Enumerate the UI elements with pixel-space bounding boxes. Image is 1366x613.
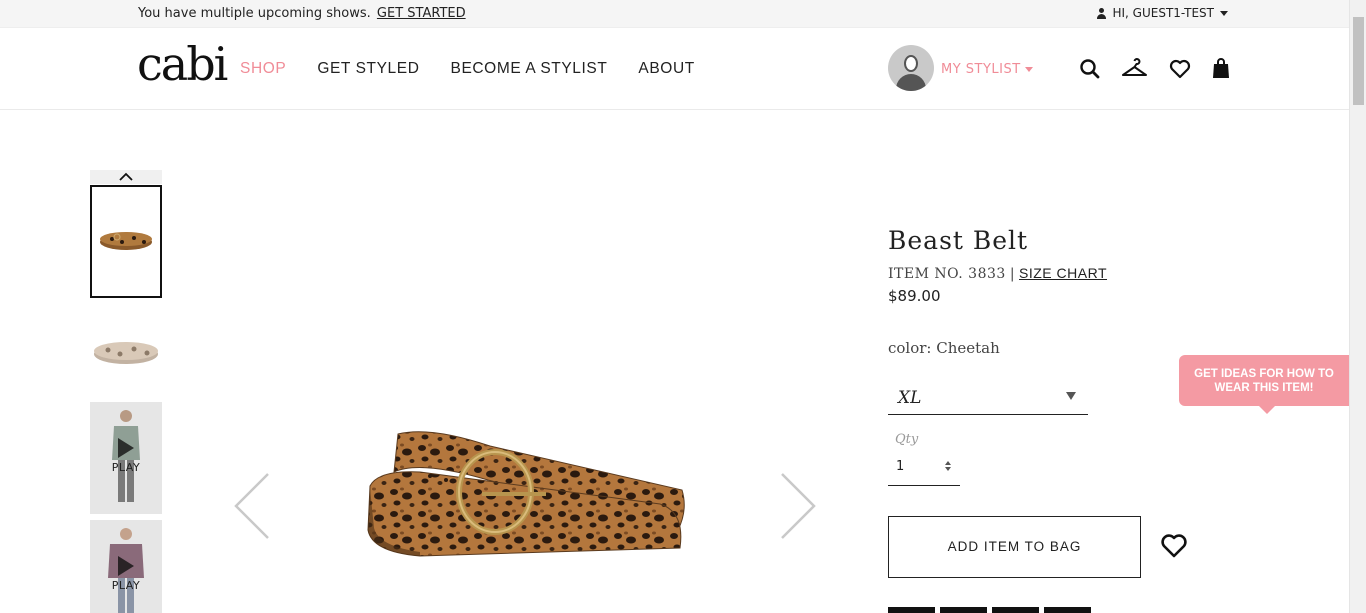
play-label: PLAY xyxy=(111,579,141,592)
size-select[interactable]: XL xyxy=(888,380,1088,415)
thumbnail-video-1[interactable]: PLAY xyxy=(90,402,162,514)
ideas-line-1: GET IDEAS FOR HOW TO xyxy=(1194,368,1334,380)
stepper-arrows-icon[interactable] xyxy=(944,460,952,472)
swatch[interactable] xyxy=(1044,607,1091,613)
account-menu[interactable]: HI, GUEST1-TEST xyxy=(1097,6,1228,20)
nav-about[interactable]: ABOUT xyxy=(638,60,694,78)
product-price: $89.00 xyxy=(888,287,941,305)
model-video-thumbnail xyxy=(112,410,140,502)
model-video-thumbnail xyxy=(108,528,144,613)
nav-get-styled[interactable]: GET STYLED xyxy=(317,60,419,78)
item-number: ITEM NO. 3833 xyxy=(888,266,1006,282)
dropdown-arrow-icon xyxy=(1066,392,1076,400)
chevron-up-icon xyxy=(119,172,133,181)
chevron-down-icon xyxy=(1024,67,1033,72)
add-to-bag-button[interactable]: ADD ITEM TO BAG xyxy=(888,516,1141,578)
qty-value: 1 xyxy=(896,459,905,474)
scrollbar-thumb[interactable] xyxy=(1353,17,1364,105)
belt-thumbnail-image xyxy=(100,232,152,250)
size-chart-link[interactable]: SIZE CHART xyxy=(1019,265,1107,281)
nav-shop[interactable]: SHOP xyxy=(240,60,286,78)
thumbnail-belt-1[interactable] xyxy=(90,185,162,298)
get-ideas-tab[interactable]: GET IDEAS FOR HOW TO WEAR THIS ITEM! xyxy=(1179,355,1349,414)
thumbnail-video-2[interactable]: PLAY xyxy=(90,520,162,613)
hanger-icon[interactable] xyxy=(1121,58,1148,80)
announcement-bar: You have multiple upcoming shows. GET ST… xyxy=(0,0,1349,28)
qty-label: Qty xyxy=(895,432,919,447)
swatch[interactable] xyxy=(940,607,987,613)
color-label: color: Cheetah xyxy=(888,339,1000,357)
main-nav: SHOP GET STYLED BECOME A STYLIST ABOUT xyxy=(240,60,695,78)
thumbnail-belt-2[interactable] xyxy=(90,305,162,395)
swatch[interactable] xyxy=(888,607,935,613)
separator: | xyxy=(1009,266,1016,282)
quantity-stepper[interactable]: 1 xyxy=(888,452,960,486)
announcement-text: You have multiple upcoming shows. xyxy=(138,6,371,21)
cabi-logo[interactable]: cabi xyxy=(137,36,228,92)
get-started-link[interactable]: GET STARTED xyxy=(377,6,466,21)
stylist-avatar[interactable] xyxy=(888,45,934,91)
search-icon[interactable] xyxy=(1079,58,1101,80)
page-scrollbar[interactable] xyxy=(1349,0,1366,613)
ideas-line-2: WEAR THIS ITEM! xyxy=(1214,382,1314,394)
swatch[interactable] xyxy=(992,607,1039,613)
shopping-bag-icon[interactable] xyxy=(1210,58,1232,80)
thumbnail-scroll-up-button[interactable] xyxy=(90,170,162,184)
belt-thumbnail-image xyxy=(94,342,158,364)
nav-become-a-stylist[interactable]: BECOME A STYLIST xyxy=(451,60,608,78)
product-item-number-row: ITEM NO. 3833 | SIZE CHART xyxy=(888,265,1107,282)
heart-icon[interactable] xyxy=(1169,58,1191,80)
my-stylist-label: MY STYLIST xyxy=(941,62,1021,77)
user-icon xyxy=(1097,7,1107,19)
next-image-button[interactable] xyxy=(779,472,817,540)
previous-image-button[interactable] xyxy=(233,472,271,540)
size-selected-value: XL xyxy=(898,388,922,408)
wishlist-heart-icon[interactable] xyxy=(1160,533,1188,559)
play-label: PLAY xyxy=(111,461,141,474)
chevron-down-icon xyxy=(1220,10,1228,16)
main-product-image xyxy=(367,431,685,557)
announcement-message: You have multiple upcoming shows. GET ST… xyxy=(138,6,466,21)
product-title: Beast Belt xyxy=(888,226,1029,255)
account-greeting: HI, GUEST1-TEST xyxy=(1112,6,1214,20)
color-swatches xyxy=(888,607,1091,613)
site-header: cabi SHOP GET STYLED BECOME A STYLIST AB… xyxy=(0,28,1349,110)
my-stylist-menu[interactable]: MY STYLIST xyxy=(941,62,1033,77)
